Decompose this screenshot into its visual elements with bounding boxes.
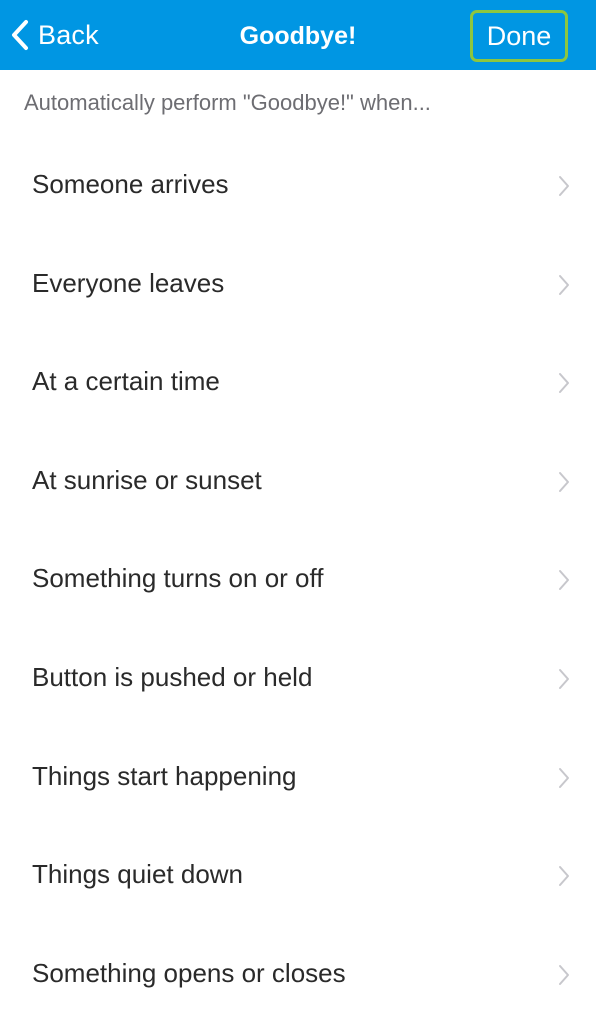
chevron-right-icon xyxy=(559,668,569,689)
trigger-label: At a certain time xyxy=(32,366,220,397)
chevron-right-icon xyxy=(559,570,569,591)
page-title: Goodbye! xyxy=(239,22,357,50)
trigger-row-turns-on-off[interactable]: Something turns on or off xyxy=(0,529,596,628)
chevron-left-icon xyxy=(12,20,28,50)
trigger-label: Something opens or closes xyxy=(32,957,346,988)
trigger-label: Something turns on or off xyxy=(32,563,324,594)
trigger-label: Everyone leaves xyxy=(32,267,225,298)
trigger-row-someone-arrives[interactable]: Someone arrives xyxy=(0,135,596,234)
trigger-row-things-start[interactable]: Things start happening xyxy=(0,727,596,826)
back-button[interactable]: Back xyxy=(10,13,99,57)
trigger-row-everyone-leaves[interactable]: Everyone leaves xyxy=(0,234,596,333)
done-button[interactable]: Done xyxy=(470,10,568,62)
trigger-row-certain-time[interactable]: At a certain time xyxy=(0,332,596,431)
back-button-label: Back xyxy=(38,19,99,50)
trigger-label: At sunrise or sunset xyxy=(32,464,262,495)
chevron-right-icon xyxy=(559,176,569,196)
screen: Back Goodbye! Done Automatically perform… xyxy=(0,0,596,1029)
trigger-row-opens-closes[interactable]: Something opens or closes xyxy=(0,924,596,1023)
chevron-right-icon xyxy=(559,471,569,492)
chevron-right-icon xyxy=(559,767,569,788)
chevron-right-icon xyxy=(559,274,569,295)
trigger-label: Someone arrives xyxy=(32,169,229,199)
section-header: Automatically perform "Goodbye!" when... xyxy=(24,90,431,115)
chevron-right-icon xyxy=(559,964,569,985)
chevron-right-icon xyxy=(559,866,569,887)
trigger-label: Things quiet down xyxy=(32,859,244,890)
trigger-list: Someone arrives Everyone leaves At a cer… xyxy=(0,135,596,1022)
trigger-row-things-quiet[interactable]: Things quiet down xyxy=(0,825,596,924)
trigger-label: Things start happening xyxy=(32,760,297,791)
chevron-right-icon xyxy=(559,373,569,394)
trigger-row-sunrise-sunset[interactable]: At sunrise or sunset xyxy=(0,431,596,530)
navigation-bar: Back Goodbye! Done xyxy=(0,0,596,70)
trigger-label: Button is pushed or held xyxy=(32,661,313,692)
trigger-row-button-pushed[interactable]: Button is pushed or held xyxy=(0,628,596,727)
